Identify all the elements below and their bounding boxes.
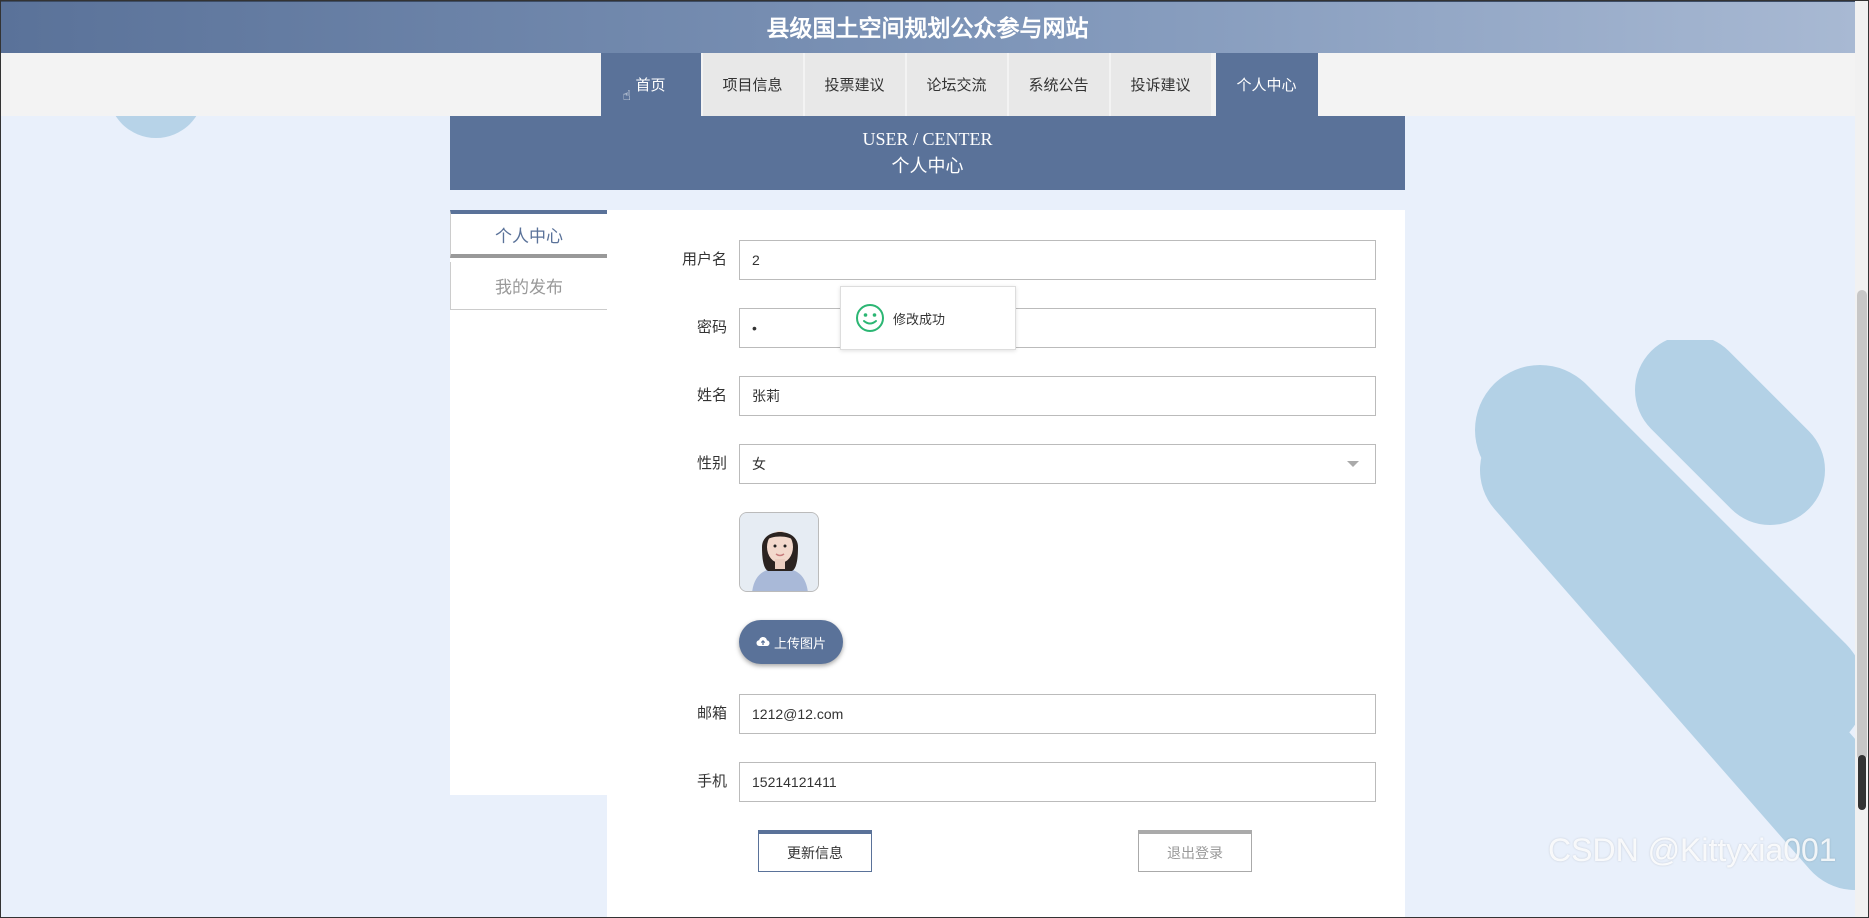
chevron-down-icon bbox=[1347, 461, 1359, 467]
nav-item-user-center[interactable]: 个人中心 bbox=[1215, 53, 1318, 116]
nav-item-label: 个人中心 bbox=[1236, 77, 1297, 94]
form-row-email: 邮箱 1212@12.com bbox=[607, 694, 1405, 734]
upload-image-label: 上传图片 bbox=[773, 635, 826, 651]
form-row-username: 用户名 2 bbox=[607, 240, 1405, 280]
name-input[interactable]: 张莉 bbox=[739, 376, 1376, 416]
nav-item-vote-suggestion[interactable]: 投票建议 bbox=[804, 53, 905, 116]
sidebar-item-my-posts[interactable]: 我的发布 bbox=[450, 262, 607, 310]
nav-item-label: 投诉建议 bbox=[1130, 77, 1191, 94]
gender-select-value: 女 bbox=[752, 456, 766, 472]
nav-item-forum[interactable]: 论坛交流 bbox=[906, 53, 1007, 116]
nav-item-label: 论坛交流 bbox=[926, 77, 987, 94]
success-toast: 修改成功 bbox=[840, 286, 1016, 350]
gender-label: 性别 bbox=[696, 455, 727, 472]
nav-item-label: 系统公告 bbox=[1028, 77, 1089, 94]
username-label: 用户名 bbox=[681, 251, 727, 268]
avatar bbox=[739, 512, 819, 592]
phone-label: 手机 bbox=[696, 773, 727, 790]
logout-button[interactable]: 退出登录 bbox=[1138, 830, 1252, 872]
scrollbar-indicator bbox=[1858, 755, 1866, 810]
nav-item-announcement[interactable]: 系统公告 bbox=[1008, 53, 1109, 116]
nav-item-complaint[interactable]: 投诉建议 bbox=[1110, 53, 1211, 116]
email-input[interactable]: 1212@12.com bbox=[739, 694, 1376, 734]
page-banner: USER / CENTER 个人中心 bbox=[450, 116, 1405, 190]
form-row-name: 姓名 张莉 bbox=[607, 376, 1405, 416]
update-info-button[interactable]: 更新信息 bbox=[758, 830, 872, 872]
avatar-portrait-icon bbox=[740, 513, 818, 591]
email-label: 邮箱 bbox=[696, 705, 727, 722]
username-input[interactable]: 2 bbox=[739, 240, 1376, 280]
hand-pointer-icon: ☝ bbox=[622, 87, 632, 103]
banner-title-en: USER / CENTER bbox=[862, 129, 993, 149]
name-label: 姓名 bbox=[696, 387, 727, 404]
toast-message: 修改成功 bbox=[893, 311, 946, 327]
cloud-upload-icon bbox=[756, 637, 770, 646]
form-row-gender: 性别 女 bbox=[607, 444, 1405, 484]
phone-input[interactable]: 15214121411 bbox=[739, 762, 1376, 802]
nav-item-project-info[interactable]: 项目信息 bbox=[702, 53, 803, 116]
sidebar: 个人中心 我的发布 bbox=[450, 210, 607, 795]
gender-select[interactable]: 女 bbox=[739, 444, 1376, 484]
nav-item-label: 首页 bbox=[635, 77, 666, 94]
upload-image-button[interactable]: 上传图片 bbox=[739, 620, 843, 664]
password-label: 密码 bbox=[696, 319, 727, 336]
main-nav: 首页 ☝ 项目信息 投票建议 论坛交流 系统公告 投诉建议 个人中心 bbox=[0, 53, 1855, 116]
sidebar-item-user-center[interactable]: 个人中心 bbox=[450, 210, 607, 258]
page-scrollbar[interactable] bbox=[1855, 0, 1869, 918]
scrollbar-thumb[interactable] bbox=[1857, 290, 1867, 760]
nav-item-home[interactable]: 首页 ☝ bbox=[600, 53, 701, 116]
site-title: 县级国土空间规划公众参与网站 bbox=[0, 0, 1855, 53]
smile-icon bbox=[856, 304, 884, 332]
password-input[interactable]: • bbox=[739, 308, 1376, 348]
banner-title-cn: 个人中心 bbox=[891, 156, 964, 176]
nav-item-label: 项目信息 bbox=[722, 77, 783, 94]
nav-item-label: 投票建议 bbox=[824, 77, 885, 94]
watermark: CSDN @Kittyxia001 bbox=[1548, 832, 1837, 868]
form-row-phone: 手机 15214121411 bbox=[607, 762, 1405, 802]
